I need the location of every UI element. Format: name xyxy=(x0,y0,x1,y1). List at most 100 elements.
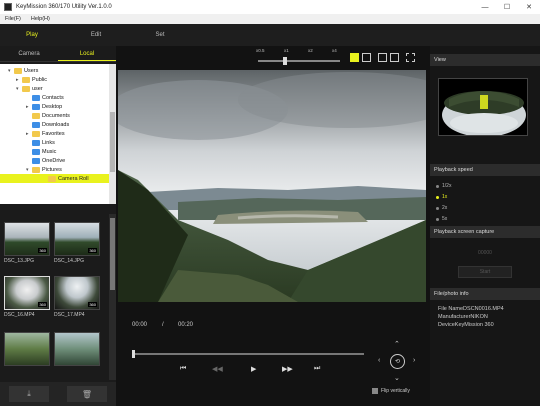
folder-icon xyxy=(22,85,30,92)
speed-slider[interactable] xyxy=(258,60,340,62)
play-button[interactable]: ▶ xyxy=(251,365,256,373)
checkbox[interactable] xyxy=(372,388,378,394)
tree-scroll-thumb[interactable] xyxy=(110,112,115,172)
tree-item[interactable]: OneDrive xyxy=(26,156,65,165)
folder-icon xyxy=(32,166,40,173)
folder-icon xyxy=(32,130,40,137)
fullscreen-icon[interactable] xyxy=(406,53,415,62)
folder-icon xyxy=(32,139,40,146)
mode-bar: Play Edit Set xyxy=(0,24,540,46)
pan-down-button[interactable]: ⌄ xyxy=(394,374,400,382)
folder-icon xyxy=(32,112,40,119)
minimize-button[interactable]: — xyxy=(474,0,496,14)
thumbnail-image: 360 xyxy=(4,222,50,256)
speed-scale-label: x0.5 xyxy=(256,48,265,53)
close-button[interactable]: ✕ xyxy=(518,0,540,14)
view-mode-button[interactable] xyxy=(362,53,371,62)
view-mode-button[interactable] xyxy=(390,53,399,62)
screen-capture-header: Playback screen capture xyxy=(430,226,540,238)
reset-icon: ⟲ xyxy=(394,359,401,365)
speed-option[interactable]: 5x xyxy=(436,216,447,222)
tab-camera[interactable]: Camera xyxy=(0,46,58,61)
source-tabs: Camera Local xyxy=(0,46,116,62)
trash-icon: 🗑 xyxy=(81,389,93,399)
thumbnail[interactable]: 360 DSC_17.MP4 xyxy=(54,276,100,324)
thumbnail[interactable]: 360 DSC_13.JPG xyxy=(4,222,50,270)
tab-local[interactable]: Local xyxy=(58,46,116,61)
tab-play[interactable]: Play xyxy=(0,32,64,38)
tree-scrollbar[interactable] xyxy=(109,64,116,204)
download-button[interactable]: ⤓ xyxy=(9,386,49,402)
tree-item[interactable]: Links xyxy=(26,138,55,147)
pan-left-button[interactable]: ‹ xyxy=(378,357,380,364)
video-viewport[interactable] xyxy=(118,70,426,302)
thumbnail-selected[interactable]: 360 DSC_16.MP4 xyxy=(4,276,50,324)
tree-item[interactable]: ▾ user xyxy=(16,84,43,93)
left-panel: Camera Local ▾ Users ▸ Public ▾ user Contac… xyxy=(0,46,116,406)
thumbnail-scroll-thumb[interactable] xyxy=(110,218,115,290)
preview-thumbnail[interactable] xyxy=(438,78,528,136)
folder-icon xyxy=(32,157,40,164)
radio-icon xyxy=(436,217,439,221)
speed-option[interactable]: 1/2x xyxy=(436,183,451,189)
speed-option[interactable]: 2x xyxy=(436,205,447,211)
window-title: KeyMission 360/170 Utility Ver.1.0.0 xyxy=(16,4,112,10)
tab-edit[interactable]: Edit xyxy=(64,32,128,38)
direction-pad: ⌃ ⌄ ‹ › ⟲ xyxy=(376,340,420,384)
view-toolbar: x0.5 x1 x2 x4 xyxy=(116,46,430,68)
pan-up-button[interactable]: ⌃ xyxy=(394,340,400,348)
tab-set[interactable]: Set xyxy=(128,32,192,38)
menu-file[interactable]: File(F) xyxy=(0,16,26,22)
playback-speed-header: Playback speed xyxy=(430,164,540,176)
thumbnail-grid: 360 DSC_13.JPG 360 DSC_14.JPG 360 DSC_16… xyxy=(0,214,116,380)
download-icon: ⤓ xyxy=(27,389,31,398)
next-button[interactable]: ⏭ xyxy=(314,365,320,373)
flip-label: Flip vertically xyxy=(381,388,410,394)
tree-item[interactable]: Documents xyxy=(26,111,70,120)
left-action-bar: ⤓ 🗑 xyxy=(0,382,116,406)
previous-button[interactable]: ⏮ xyxy=(180,365,186,373)
tree-item[interactable]: Music xyxy=(26,147,56,156)
folder-icon xyxy=(32,103,40,110)
speed-slider-knob[interactable] xyxy=(283,57,287,65)
folder-tree: ▾ Users ▸ Public ▾ user Contacts ▸ Desktop D… xyxy=(0,64,116,204)
tree-item[interactable]: ▸ Public xyxy=(16,75,47,84)
rewind-button[interactable]: ◀◀ xyxy=(212,365,223,373)
tree-item[interactable]: ▾ Users xyxy=(8,66,38,75)
right-panel: View Playback speed 1/2x 1x 2x 5x Playba… xyxy=(430,46,540,406)
view-mode-button[interactable] xyxy=(350,53,359,62)
folder-icon xyxy=(48,175,56,182)
radio-icon xyxy=(436,206,439,210)
flip-vertically-checkbox[interactable]: Flip vertically xyxy=(372,388,410,394)
menu-help[interactable]: Help(H) xyxy=(26,16,55,22)
thumbnail-image: 360 xyxy=(54,276,100,310)
thumbnail[interactable]: 360 DSC_14.JPG xyxy=(54,222,100,270)
thumbnail[interactable] xyxy=(4,332,50,380)
thumbnail-scrollbar[interactable] xyxy=(109,214,116,380)
seek-knob[interactable] xyxy=(132,350,135,358)
thumbnail[interactable] xyxy=(54,332,100,380)
speed-scale-label: x2 xyxy=(308,48,313,53)
pan-right-button[interactable]: › xyxy=(413,357,415,364)
tree-item[interactable]: ▸ Desktop xyxy=(26,102,62,111)
seek-bar[interactable] xyxy=(134,353,364,355)
radio-icon xyxy=(436,195,439,199)
maximize-button[interactable]: ☐ xyxy=(496,0,518,14)
folder-icon xyxy=(22,76,30,83)
speed-scale-label: x4 xyxy=(332,48,337,53)
total-time: 00:20 xyxy=(178,322,194,328)
app-icon xyxy=(4,3,12,11)
speed-option-selected[interactable]: 1x xyxy=(436,194,447,200)
reset-view-button[interactable]: ⟲ xyxy=(390,354,405,369)
forward-button[interactable]: ▶▶ xyxy=(282,365,293,373)
tree-item[interactable]: Downloads xyxy=(26,120,69,129)
capture-start-button[interactable]: Start xyxy=(458,266,512,278)
tree-item-selected[interactable]: Camera Roll xyxy=(0,174,109,183)
tree-item[interactable]: Contacts xyxy=(26,93,64,102)
current-time: 00:00 xyxy=(132,322,148,328)
tree-item[interactable]: ▸ Favorites xyxy=(26,129,65,138)
delete-button[interactable]: 🗑 xyxy=(67,386,107,402)
tree-item[interactable]: ▾ Pictures xyxy=(26,165,62,174)
video-frame xyxy=(118,70,426,302)
view-mode-button[interactable] xyxy=(378,53,387,62)
